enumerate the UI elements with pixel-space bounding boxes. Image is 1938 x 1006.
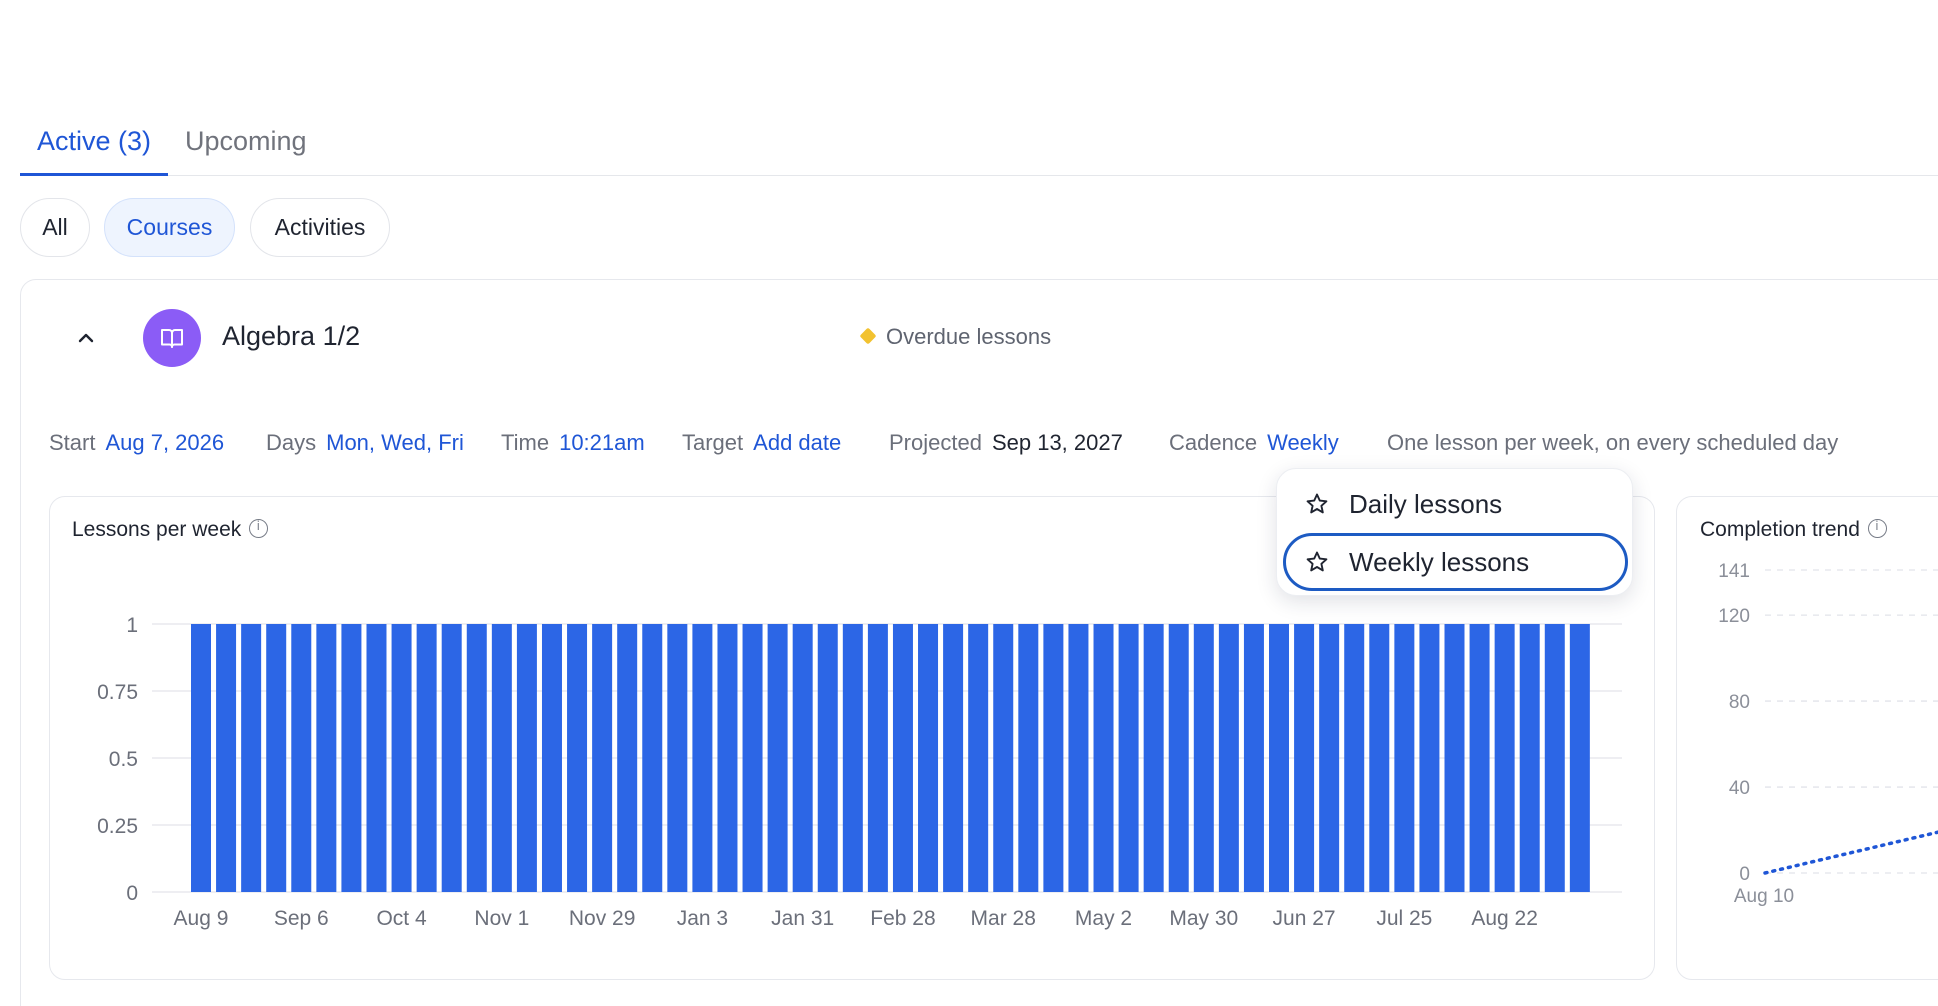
menu-item-weekly-lessons[interactable]: Weekly lessons [1283,533,1628,591]
menu-item-label: Weekly lessons [1349,547,1530,577]
completion-trend-chart: 141 120 80 40 0Aug 10 [1718,561,1938,907]
cadence-dropdown-menu: Daily lessons Weekly lessons [1276,468,1633,596]
y-tick-label: 40 [1729,778,1750,799]
y-tick-label: 141 [1718,561,1750,582]
x-tick-label: Aug 10 [1734,886,1794,907]
star-icon [1306,493,1328,514]
y-tick-label: 0 [1739,864,1750,885]
y-tick-label: 120 [1718,606,1750,627]
trend-line [1763,830,1938,875]
menu-item-daily-lessons[interactable]: Daily lessons [1283,475,1628,533]
menu-item-label: Daily lessons [1349,489,1503,519]
y-tick-label: 80 [1729,692,1750,713]
star-icon [1306,551,1328,572]
